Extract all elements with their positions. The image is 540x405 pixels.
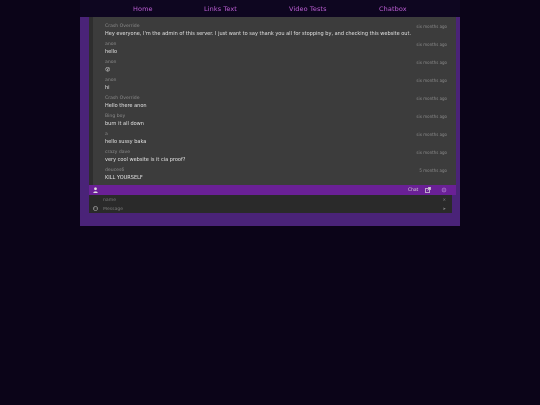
message-text: Hello there anon: [105, 103, 147, 109]
message-username: anon: [105, 42, 117, 47]
clear-name-icon[interactable]: ×: [443, 197, 446, 202]
message-username: Bing boy: [105, 114, 126, 119]
send-icon[interactable]: ➤: [443, 206, 446, 211]
message-timestamp: six months ago: [416, 150, 447, 155]
message-text: KILL YOURSELF: [105, 175, 143, 181]
nav-link-home[interactable]: Home: [133, 5, 153, 13]
external-link-icon[interactable]: [425, 187, 431, 195]
name-field[interactable]: [103, 196, 443, 204]
message-timestamp: six months ago: [416, 78, 447, 83]
chat-label[interactable]: Chat: [408, 188, 418, 193]
message-timestamp: six months ago: [416, 24, 447, 29]
message-timestamp: 5 months ago: [419, 168, 447, 173]
message-input[interactable]: [103, 205, 443, 213]
message-username: crazy dave: [105, 150, 131, 155]
message-timestamp: six months ago: [416, 60, 447, 65]
top-navigation: Home Links Text Video Tests Chatbox: [80, 0, 460, 17]
nav-link-video-tests[interactable]: Video Tests: [289, 5, 327, 13]
message-text: burn it all down: [105, 121, 144, 127]
message-text: hello: [105, 49, 118, 55]
chat-input-panel: × ➤: [89, 195, 452, 213]
message-username: Crash Override: [105, 96, 140, 101]
message-timestamp: six months ago: [416, 114, 447, 119]
message-text: hi: [105, 85, 110, 91]
message-timestamp: six months ago: [416, 96, 447, 101]
message-timestamp: six months ago: [416, 132, 447, 137]
message-username: anon: [105, 60, 117, 65]
emoji-icon[interactable]: [93, 206, 98, 213]
message-username: deuces6: [105, 168, 125, 173]
nav-link-chatbox[interactable]: Chatbox: [379, 5, 407, 13]
message-timestamp: six months ago: [416, 42, 447, 47]
message-text: Hey everyone, I'm the admin of this serv…: [105, 31, 412, 37]
message-username: anon: [105, 78, 117, 83]
message-text: 😮: [105, 67, 111, 73]
user-icon[interactable]: [93, 187, 98, 195]
message-username: Crash Override: [105, 24, 140, 29]
message-text: hello sussy baka: [105, 139, 147, 145]
gear-icon[interactable]: [441, 187, 447, 195]
chat-toolbar: Chat: [89, 185, 456, 195]
message-username: a: [105, 132, 108, 137]
message-text: very cool website is it cia proof?: [105, 157, 186, 163]
nav-link-links-text[interactable]: Links Text: [204, 5, 237, 13]
